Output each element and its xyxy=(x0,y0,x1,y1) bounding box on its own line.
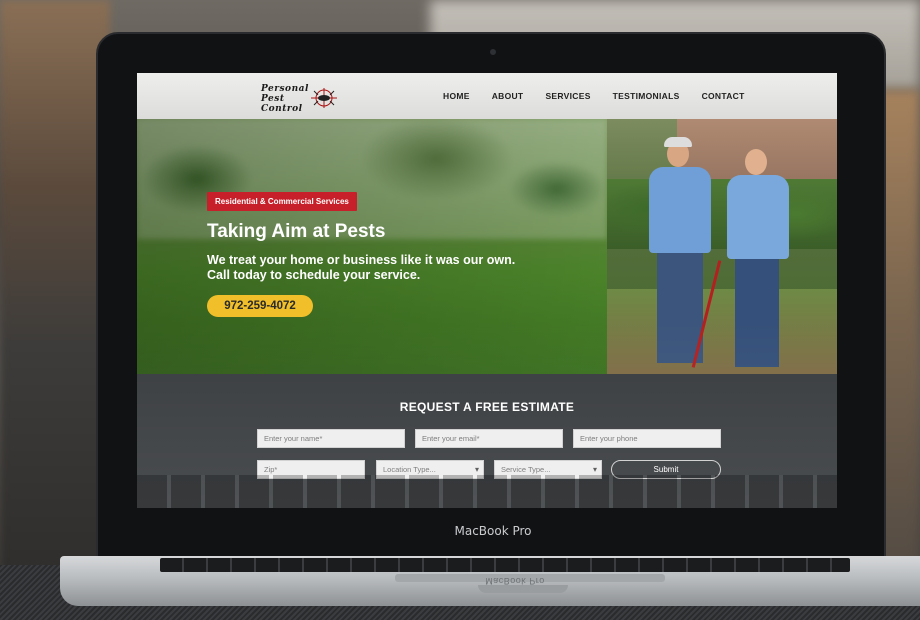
technician-2-shirt xyxy=(727,175,789,259)
nav-home[interactable]: HOME xyxy=(443,91,470,101)
technician-2-jeans xyxy=(735,259,779,367)
keyboard xyxy=(160,558,850,572)
site-header: Personal Pest Control HOME ABOUT SERVICE… xyxy=(137,73,837,119)
technician-2-head xyxy=(745,149,767,175)
photo-ground xyxy=(607,289,837,374)
technician-1-shirt xyxy=(649,167,711,253)
logo-line-2: Pest xyxy=(261,94,285,104)
nav-testimonials[interactable]: TESTIMONIALS xyxy=(613,91,680,101)
services-badge: Residential & Commercial Services xyxy=(207,192,357,211)
technician-2 xyxy=(725,149,791,371)
website-screen: Personal Pest Control HOME ABOUT SERVICE… xyxy=(137,73,837,508)
background-left xyxy=(0,0,110,620)
hero-banner: Residential & Commercial Services Taking… xyxy=(137,119,607,374)
hero-subtext-line-1: We treat your home or business like it w… xyxy=(207,253,516,267)
location-type-value: Location Type... xyxy=(383,465,436,474)
nav-about[interactable]: ABOUT xyxy=(492,91,524,101)
lid-notch xyxy=(478,585,568,593)
service-type-value: Service Type... xyxy=(501,465,551,474)
technicians-photo xyxy=(607,119,837,374)
hero-section: Residential & Commercial Services Taking… xyxy=(137,119,837,374)
estimate-title: REQUEST A FREE ESTIMATE xyxy=(399,400,575,414)
camera-icon xyxy=(490,49,496,55)
hero-subtext: We treat your home or business like it w… xyxy=(207,253,515,283)
nav-services[interactable]: SERVICES xyxy=(545,91,590,101)
hero-overlay xyxy=(137,119,607,374)
technician-1 xyxy=(645,137,722,371)
device-label: MacBook Pro xyxy=(454,524,532,538)
keyboard-reflection xyxy=(137,475,837,508)
phone-field[interactable]: Enter your phone xyxy=(573,429,721,448)
photo-bushes xyxy=(607,179,837,249)
logo-line-1: Personal xyxy=(261,84,309,94)
logo-text: Personal Pest Control xyxy=(261,84,309,114)
main-nav: HOME ABOUT SERVICES TESTIMONIALS CONTACT xyxy=(443,91,745,101)
name-field[interactable]: Enter your name* xyxy=(257,429,405,448)
email-field[interactable]: Enter your email* xyxy=(415,429,563,448)
site-logo[interactable]: Personal Pest Control xyxy=(261,77,343,115)
hero-subtext-line-2: Call today to schedule your service. xyxy=(207,268,421,282)
hero-headline: Taking Aim at Pests xyxy=(207,221,386,242)
phone-button[interactable]: 972-259-4072 xyxy=(207,295,313,317)
cap-icon xyxy=(664,137,692,147)
nav-contact[interactable]: CONTACT xyxy=(702,91,745,101)
bug-crosshair-icon xyxy=(311,88,337,108)
logo-line-3: Control xyxy=(261,104,303,114)
